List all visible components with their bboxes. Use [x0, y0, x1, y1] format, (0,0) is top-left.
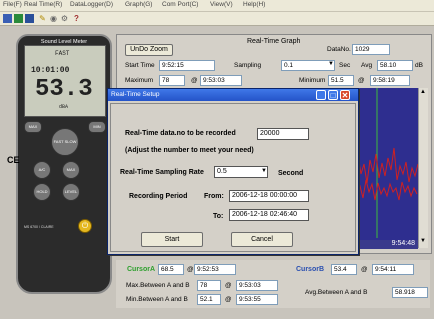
- meter-minmax-button[interactable]: MAX MIN: [62, 161, 80, 188]
- settings-icon[interactable]: ⚙: [60, 14, 69, 23]
- chevron-down-icon[interactable]: ▼: [328, 61, 334, 67]
- meter-level-button[interactable]: LEVEL: [62, 183, 80, 201]
- menu-help[interactable]: Help(H): [243, 1, 265, 8]
- from-input[interactable]: 2006-12-18 00:00:00: [229, 190, 309, 202]
- menu-graph[interactable]: Graph(G): [125, 1, 152, 8]
- lcd-reading: 53.3: [35, 76, 93, 103]
- menu-com-port[interactable]: Com Port(C): [162, 1, 198, 8]
- maximum-at: @: [191, 77, 198, 84]
- chart-scrollbar[interactable]: ▲ ▼: [418, 88, 428, 248]
- lcd-time: 10:01:00: [31, 66, 70, 75]
- recording-period-label: Recording Period: [129, 193, 188, 200]
- min-between-time-field[interactable]: 9:53:55: [236, 294, 278, 305]
- min-between-field[interactable]: 52.1: [197, 294, 221, 305]
- min-between-label: Min.Between A and B: [126, 296, 188, 303]
- max-between-field[interactable]: 78: [197, 280, 221, 291]
- datano-field[interactable]: 1029: [352, 44, 390, 55]
- cursor-b-field[interactable]: 53.4: [331, 264, 357, 275]
- cursor-a-label: CursorA: [127, 266, 156, 273]
- menu-datalogger[interactable]: DataLogger(D): [70, 1, 113, 8]
- cancel-button[interactable]: Cancel: [231, 232, 293, 247]
- avg-between-label: Avg.Between A and B: [305, 289, 368, 296]
- minimum-at: @: [358, 77, 365, 84]
- adjust-note: (Adjust the number to meet your need): [125, 147, 254, 154]
- cursor-a-time-field[interactable]: 9:52:53: [194, 264, 236, 275]
- minimize-icon[interactable]: _: [316, 90, 326, 100]
- cursor-b-at: @: [361, 266, 368, 273]
- start-time-label: Start Time: [125, 62, 155, 69]
- cursor-a-at: @: [187, 266, 194, 273]
- avg-field[interactable]: 58.10: [377, 60, 413, 71]
- cursor-b-time-field[interactable]: 9:54:11: [372, 264, 414, 275]
- datano-label: DataNo.: [327, 46, 351, 53]
- minimum-time-field[interactable]: 9:58:19: [370, 75, 410, 86]
- avg-label: Avg: [361, 62, 373, 69]
- menu-real-time[interactable]: Real Time(R): [24, 1, 62, 8]
- save-icon[interactable]: [3, 14, 12, 23]
- lcd-unit: dBA: [59, 104, 69, 110]
- max-between-label: Max.Between A and B: [126, 282, 190, 289]
- graph-title: Real-Time Graph: [247, 38, 301, 45]
- minimum-field[interactable]: 51.5: [328, 75, 354, 86]
- min-between-at: @: [225, 296, 232, 303]
- dialog-body: Real-Time data.no to be recorded 20000 (…: [110, 103, 356, 252]
- sampling-label: Sampling: [234, 62, 262, 69]
- cursor-a-field[interactable]: 68.5: [158, 264, 184, 275]
- meter-left-button[interactable]: MAX: [24, 121, 42, 133]
- power-icon[interactable]: ⏻: [78, 219, 92, 233]
- lcd-mode: FAST: [55, 50, 70, 57]
- toolbar: ✎ ◉ ⚙ ?: [0, 12, 434, 26]
- close-icon[interactable]: ✕: [340, 90, 350, 100]
- maximum-field[interactable]: 78: [159, 75, 185, 86]
- scroll-up-icon[interactable]: ▲: [420, 89, 426, 95]
- meter-hold-button[interactable]: HOLD: [33, 183, 51, 201]
- start-time-field[interactable]: 9:52:15: [159, 60, 215, 71]
- chart-icon[interactable]: [14, 14, 23, 23]
- meter-model: MS 6700 / CLAIRE: [24, 225, 54, 229]
- realtime-setup-dialog: Real-Time Setup _ □ ✕ Real-Time data.no …: [107, 88, 359, 255]
- maximum-time-field[interactable]: 9:53:03: [200, 75, 242, 86]
- minimum-label: Minimum: [299, 77, 326, 84]
- from-label: From:: [204, 193, 224, 200]
- table-icon[interactable]: [25, 14, 34, 23]
- meter-right-button[interactable]: MIN: [88, 121, 106, 133]
- cursor-b-label: CursorB: [296, 266, 325, 273]
- ce-mark: CE: [7, 155, 20, 165]
- help-icon[interactable]: ?: [72, 14, 81, 23]
- sampling-rate-select[interactable]: 0.5: [214, 166, 268, 178]
- dialog-titlebar[interactable]: Real-Time Setup _ □ ✕: [108, 89, 358, 101]
- sampling-select[interactable]: 0.1: [281, 60, 335, 71]
- to-input[interactable]: 2006-12-18 02:46:40: [229, 209, 309, 221]
- maximize-icon[interactable]: □: [328, 90, 338, 100]
- menu-bar: File(F) Real Time(R) DataLogger(D) Graph…: [0, 0, 434, 12]
- menu-file[interactable]: File(F): [3, 1, 22, 8]
- menu-view[interactable]: View(V): [210, 1, 233, 8]
- start-button[interactable]: Start: [141, 232, 203, 247]
- undo-zoom-button[interactable]: UnDo Zoom: [125, 44, 173, 56]
- avg-unit: dB: [415, 62, 423, 69]
- pencil-icon[interactable]: ✎: [38, 14, 47, 23]
- sampling-rate-label: Real-Time Sampling Rate: [120, 169, 204, 176]
- record-icon[interactable]: ◉: [49, 14, 58, 23]
- meter-ac-button[interactable]: A/C: [33, 161, 51, 179]
- chevron-down-icon[interactable]: ▼: [261, 168, 267, 174]
- meter-center-button[interactable]: FAST SLOW: [51, 128, 79, 156]
- sampling-rate-unit: Second: [278, 170, 304, 177]
- maximum-label: Maximum: [125, 77, 154, 84]
- chart-time-readout: 9:54:48: [391, 240, 415, 247]
- datano-setup-input[interactable]: 20000: [257, 128, 309, 140]
- datano-setup-label: Real-Time data.no to be recorded: [125, 130, 236, 137]
- to-label: To:: [213, 213, 224, 220]
- dialog-title: Real-Time Setup: [111, 91, 160, 98]
- max-between-time-field[interactable]: 9:53:03: [236, 280, 278, 291]
- avg-between-field[interactable]: 58.918: [392, 287, 428, 298]
- sampling-unit: Sec: [339, 62, 351, 69]
- scroll-down-icon[interactable]: ▼: [420, 238, 426, 244]
- meter-lcd: FAST 10:01:00 53.3 dBA: [24, 45, 106, 117]
- max-between-at: @: [225, 282, 232, 289]
